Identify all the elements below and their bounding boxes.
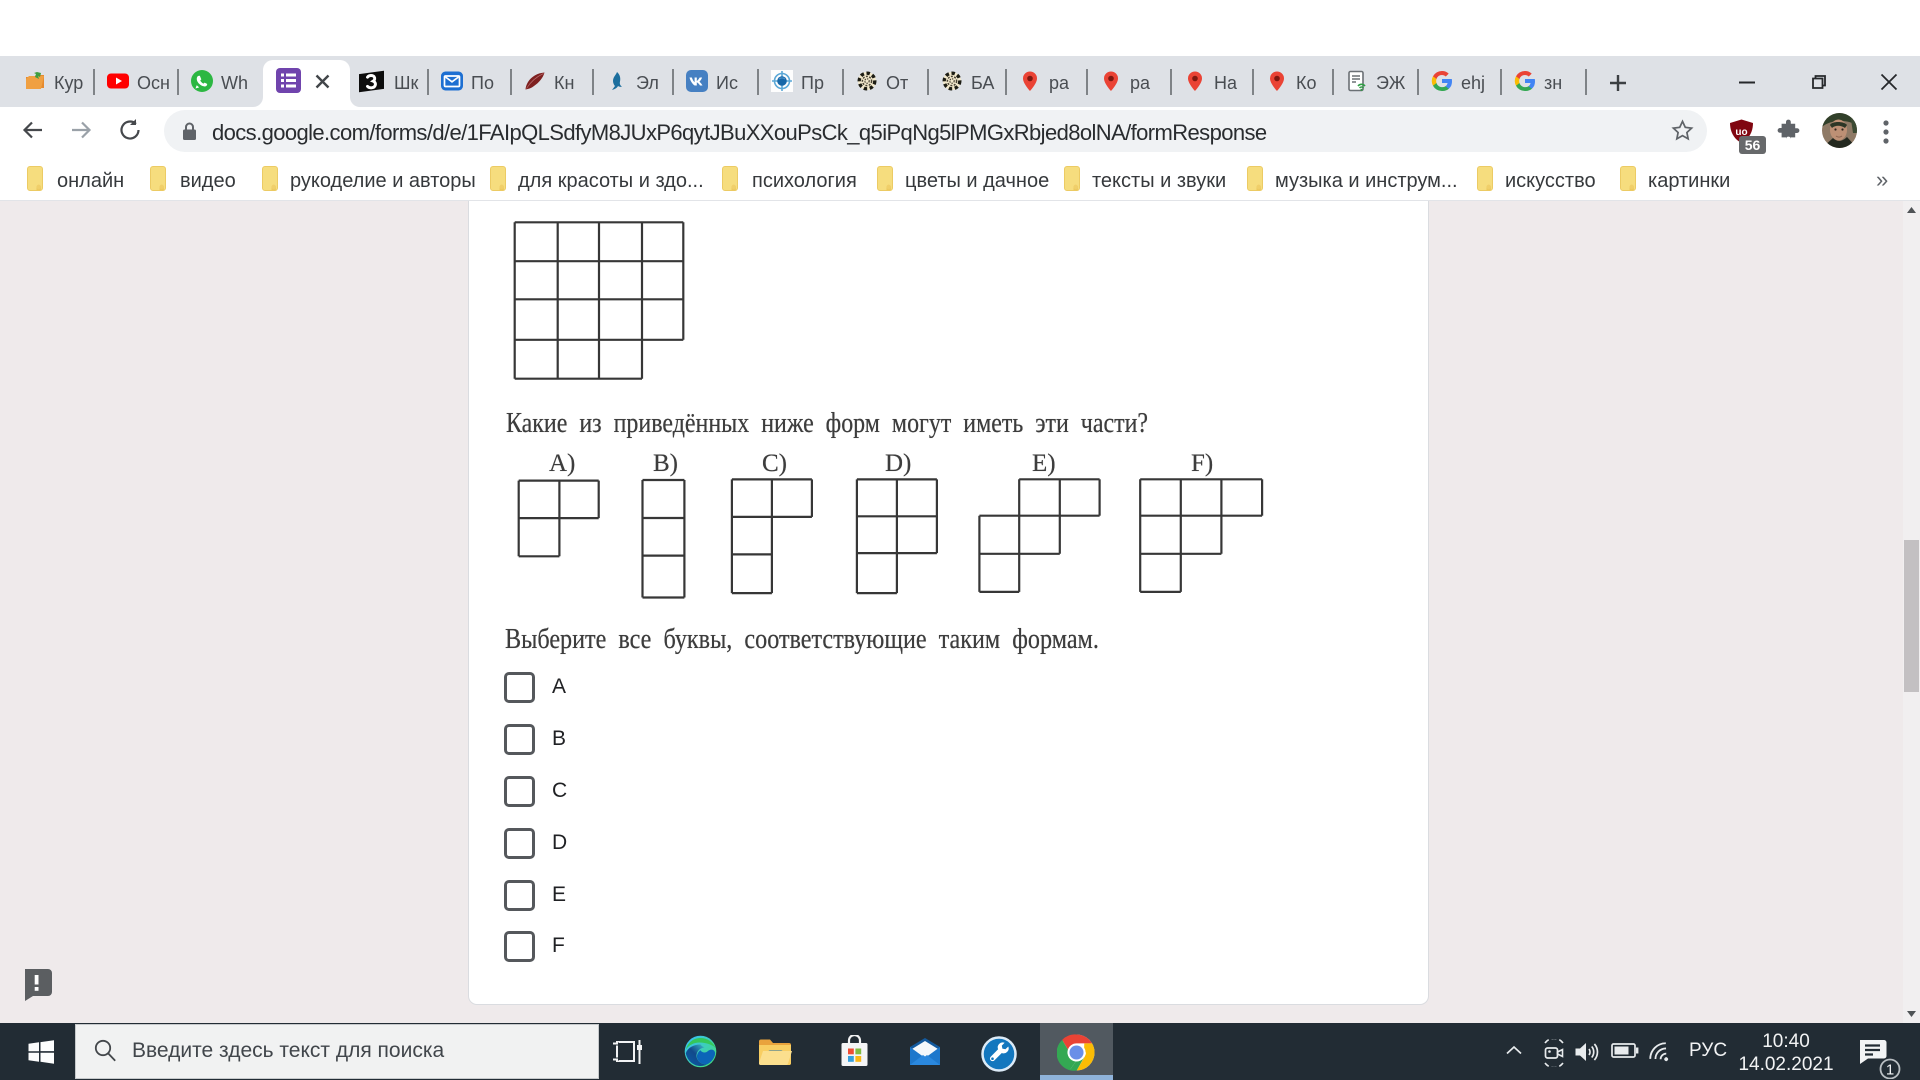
svg-text:1: 1 (1886, 1062, 1894, 1079)
